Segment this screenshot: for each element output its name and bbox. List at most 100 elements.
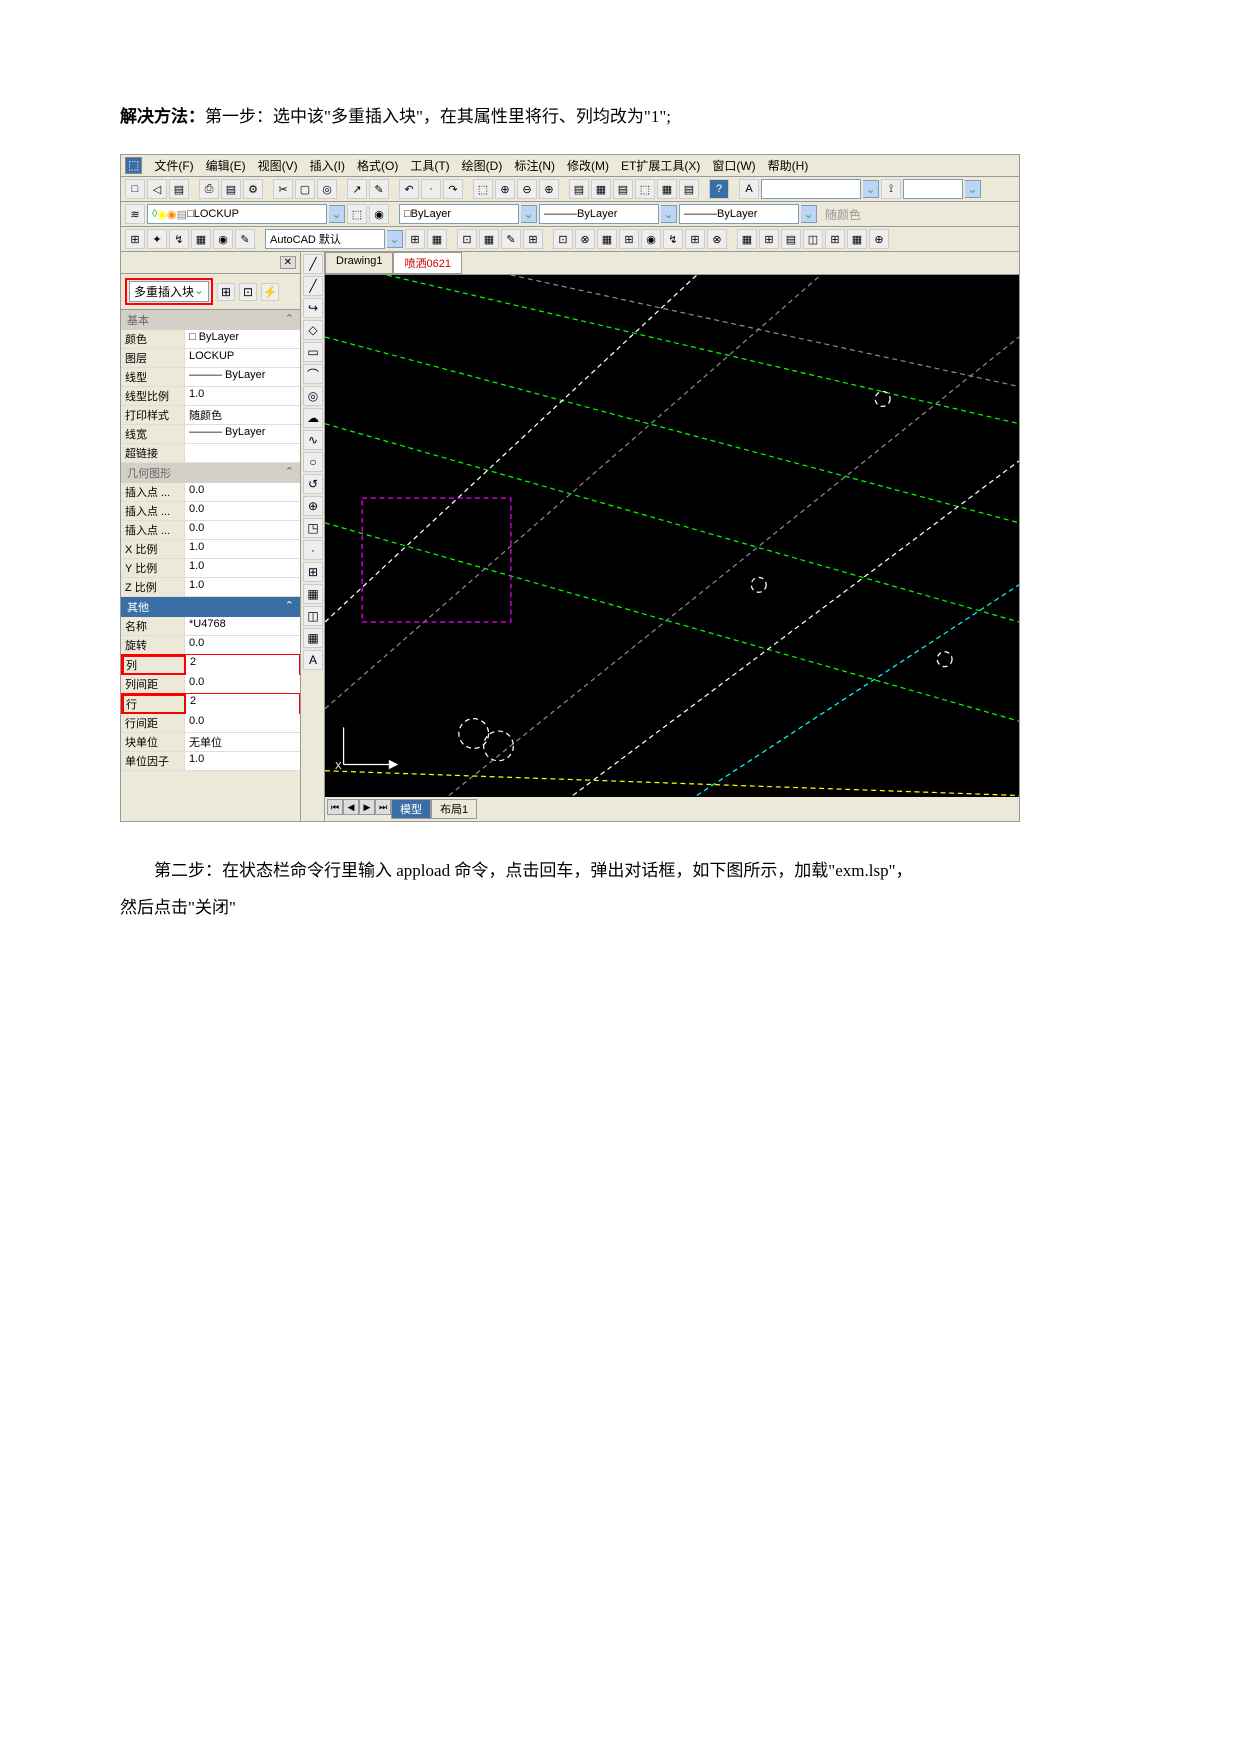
help-icon[interactable]: ? bbox=[709, 179, 729, 199]
draw-tool-icon[interactable]: ◳ bbox=[303, 518, 323, 538]
canvas-viewport[interactable]: X bbox=[325, 275, 1019, 797]
tool-icon[interactable]: ⊗ bbox=[707, 229, 727, 249]
tool-icon[interactable]: ⊗ bbox=[575, 229, 595, 249]
zoom-win-icon[interactable]: ⊖ bbox=[517, 179, 537, 199]
tool-icon[interactable]: ⊞ bbox=[825, 229, 845, 249]
close-icon[interactable]: ✕ bbox=[280, 256, 296, 269]
prop-value[interactable]: 1.0 bbox=[185, 559, 300, 577]
prop-row[interactable]: 插入点 ...0.0 bbox=[121, 483, 300, 502]
prop-value[interactable]: ——— ByLayer bbox=[185, 425, 300, 443]
last-icon[interactable]: ⏭ bbox=[375, 799, 391, 815]
draw-tool-icon[interactable]: ☁ bbox=[303, 408, 323, 428]
dot-icon[interactable]: · bbox=[421, 179, 441, 199]
layer-combo[interactable]: ◊ ◉ ◉ ▤ □ LOCKUP bbox=[147, 204, 327, 224]
prop-value[interactable]: □ ByLayer bbox=[185, 330, 300, 348]
chevron-down-icon[interactable]: ⌄ bbox=[329, 205, 345, 223]
tab-active[interactable]: 喷洒0621 bbox=[393, 252, 461, 274]
prop-row[interactable]: 行间距0.0 bbox=[121, 714, 300, 733]
save-icon[interactable]: ▤ bbox=[169, 179, 189, 199]
prop-row[interactable]: 线型比例1.0 bbox=[121, 387, 300, 406]
chevron-down-icon[interactable]: ⌄ bbox=[387, 230, 403, 248]
section-basic[interactable]: 基本⌃ bbox=[121, 310, 300, 330]
chevron-down-icon[interactable]: ⌄ bbox=[521, 205, 537, 223]
tool-icon[interactable]: ⊞ bbox=[759, 229, 779, 249]
chevron-down-icon[interactable]: ⌄ bbox=[965, 180, 981, 198]
prop-row[interactable]: 块单位无单位 bbox=[121, 733, 300, 752]
draw-tool-icon[interactable]: ⊞ bbox=[303, 562, 323, 582]
prop-row[interactable]: 插入点 ...0.0 bbox=[121, 502, 300, 521]
prop-row[interactable]: 行2 bbox=[121, 693, 300, 715]
tool-icon[interactable]: ▦ bbox=[427, 229, 447, 249]
tool-icon[interactable]: ▦ bbox=[479, 229, 499, 249]
zoom-prev-icon[interactable]: ⊕ bbox=[539, 179, 559, 199]
prop-value[interactable]: ——— ByLayer bbox=[185, 368, 300, 386]
prop-row[interactable]: 图层LOCKUP bbox=[121, 349, 300, 368]
tab-drawing1[interactable]: Drawing1 bbox=[325, 252, 393, 274]
prop-row[interactable]: 单位因子1.0 bbox=[121, 752, 300, 771]
prop-value[interactable] bbox=[185, 444, 300, 462]
prop-row[interactable]: Z 比例1.0 bbox=[121, 578, 300, 597]
prev-icon[interactable]: ◀ bbox=[343, 799, 359, 815]
select-icon[interactable]: ⚡ bbox=[261, 283, 279, 301]
menu-dim[interactable]: 标注(N) bbox=[514, 157, 555, 174]
draw-tool-icon[interactable]: ∿ bbox=[303, 430, 323, 450]
prop-value[interactable]: 1.0 bbox=[185, 540, 300, 558]
copy-icon[interactable]: ▢ bbox=[295, 179, 315, 199]
prop-value[interactable]: 随颜色 bbox=[185, 406, 300, 424]
chevron-down-icon[interactable]: ⌄ bbox=[801, 205, 817, 223]
menu-help[interactable]: 帮助(H) bbox=[768, 157, 809, 174]
first-icon[interactable]: ⏮ bbox=[327, 799, 343, 815]
tp-icon[interactable]: ▤ bbox=[613, 179, 633, 199]
publish-icon[interactable]: ⚙ bbox=[243, 179, 263, 199]
prop-row[interactable]: 旋转0.0 bbox=[121, 636, 300, 655]
pan-icon[interactable]: ⬚ bbox=[473, 179, 493, 199]
draw-tool-icon[interactable]: ▦ bbox=[303, 628, 323, 648]
lineweight-combo[interactable]: ——— ByLayer bbox=[679, 204, 799, 224]
draw-tool-icon[interactable]: ◫ bbox=[303, 606, 323, 626]
prop-value[interactable]: 0.0 bbox=[185, 636, 300, 654]
undo-icon[interactable]: ↶ bbox=[399, 179, 419, 199]
section-geom[interactable]: 几何图形⌃ bbox=[121, 463, 300, 483]
prop-value[interactable]: 0.0 bbox=[185, 521, 300, 539]
prop-row[interactable]: 超链接 bbox=[121, 444, 300, 463]
prop-value[interactable]: *U4768 bbox=[185, 617, 300, 635]
dim-icon[interactable]: ⟟ bbox=[881, 179, 901, 199]
prop-row[interactable]: X 比例1.0 bbox=[121, 540, 300, 559]
prop-value[interactable]: LOCKUP bbox=[185, 349, 300, 367]
menu-insert[interactable]: 插入(I) bbox=[310, 157, 345, 174]
menu-format[interactable]: 格式(O) bbox=[357, 157, 398, 174]
dc-icon[interactable]: ▦ bbox=[591, 179, 611, 199]
visual-style-combo[interactable]: AutoCAD 默认 bbox=[265, 229, 385, 249]
menu-window[interactable]: 窗口(W) bbox=[712, 157, 755, 174]
prop-value[interactable]: 0.0 bbox=[185, 483, 300, 501]
menu-tools[interactable]: 工具(T) bbox=[410, 157, 449, 174]
tool-icon[interactable]: ⊡ bbox=[457, 229, 477, 249]
prop-value[interactable]: 无单位 bbox=[185, 733, 300, 751]
layer-states-icon[interactable]: ◉ bbox=[369, 204, 389, 224]
tool-icon[interactable]: ⊡ bbox=[553, 229, 573, 249]
tool-icon[interactable]: ▦ bbox=[737, 229, 757, 249]
menu-draw[interactable]: 绘图(D) bbox=[462, 157, 503, 174]
tool-icon[interactable]: ⊞ bbox=[523, 229, 543, 249]
new-icon[interactable]: □ bbox=[125, 179, 145, 199]
props-icon[interactable]: ▤ bbox=[569, 179, 589, 199]
tool-icon[interactable]: ⊞ bbox=[685, 229, 705, 249]
prop-row[interactable]: 名称*U4768 bbox=[121, 617, 300, 636]
tool-icon[interactable]: ✦ bbox=[147, 229, 167, 249]
draw-tool-icon[interactable]: ○ bbox=[303, 452, 323, 472]
draw-tool-icon[interactable]: · bbox=[303, 540, 323, 560]
prop-value[interactable]: 1.0 bbox=[185, 752, 300, 770]
prop-value[interactable]: 1.0 bbox=[185, 387, 300, 405]
tool-icon[interactable]: ✎ bbox=[501, 229, 521, 249]
draw-tool-icon[interactable]: ╱ bbox=[303, 254, 323, 274]
tool-icon[interactable]: ⊞ bbox=[405, 229, 425, 249]
open-icon[interactable]: ◁ bbox=[147, 179, 167, 199]
section-other[interactable]: 其他⌃ bbox=[121, 597, 300, 617]
next-icon[interactable]: ▶ bbox=[359, 799, 375, 815]
linetype-combo[interactable]: ——— ByLayer bbox=[539, 204, 659, 224]
redo-icon[interactable]: ↷ bbox=[443, 179, 463, 199]
prop-value[interactable]: 0.0 bbox=[185, 675, 300, 693]
tool-icon[interactable]: ⊞ bbox=[619, 229, 639, 249]
markup-icon[interactable]: ▦ bbox=[657, 179, 677, 199]
draw-tool-icon[interactable]: ⌒ bbox=[303, 364, 323, 384]
